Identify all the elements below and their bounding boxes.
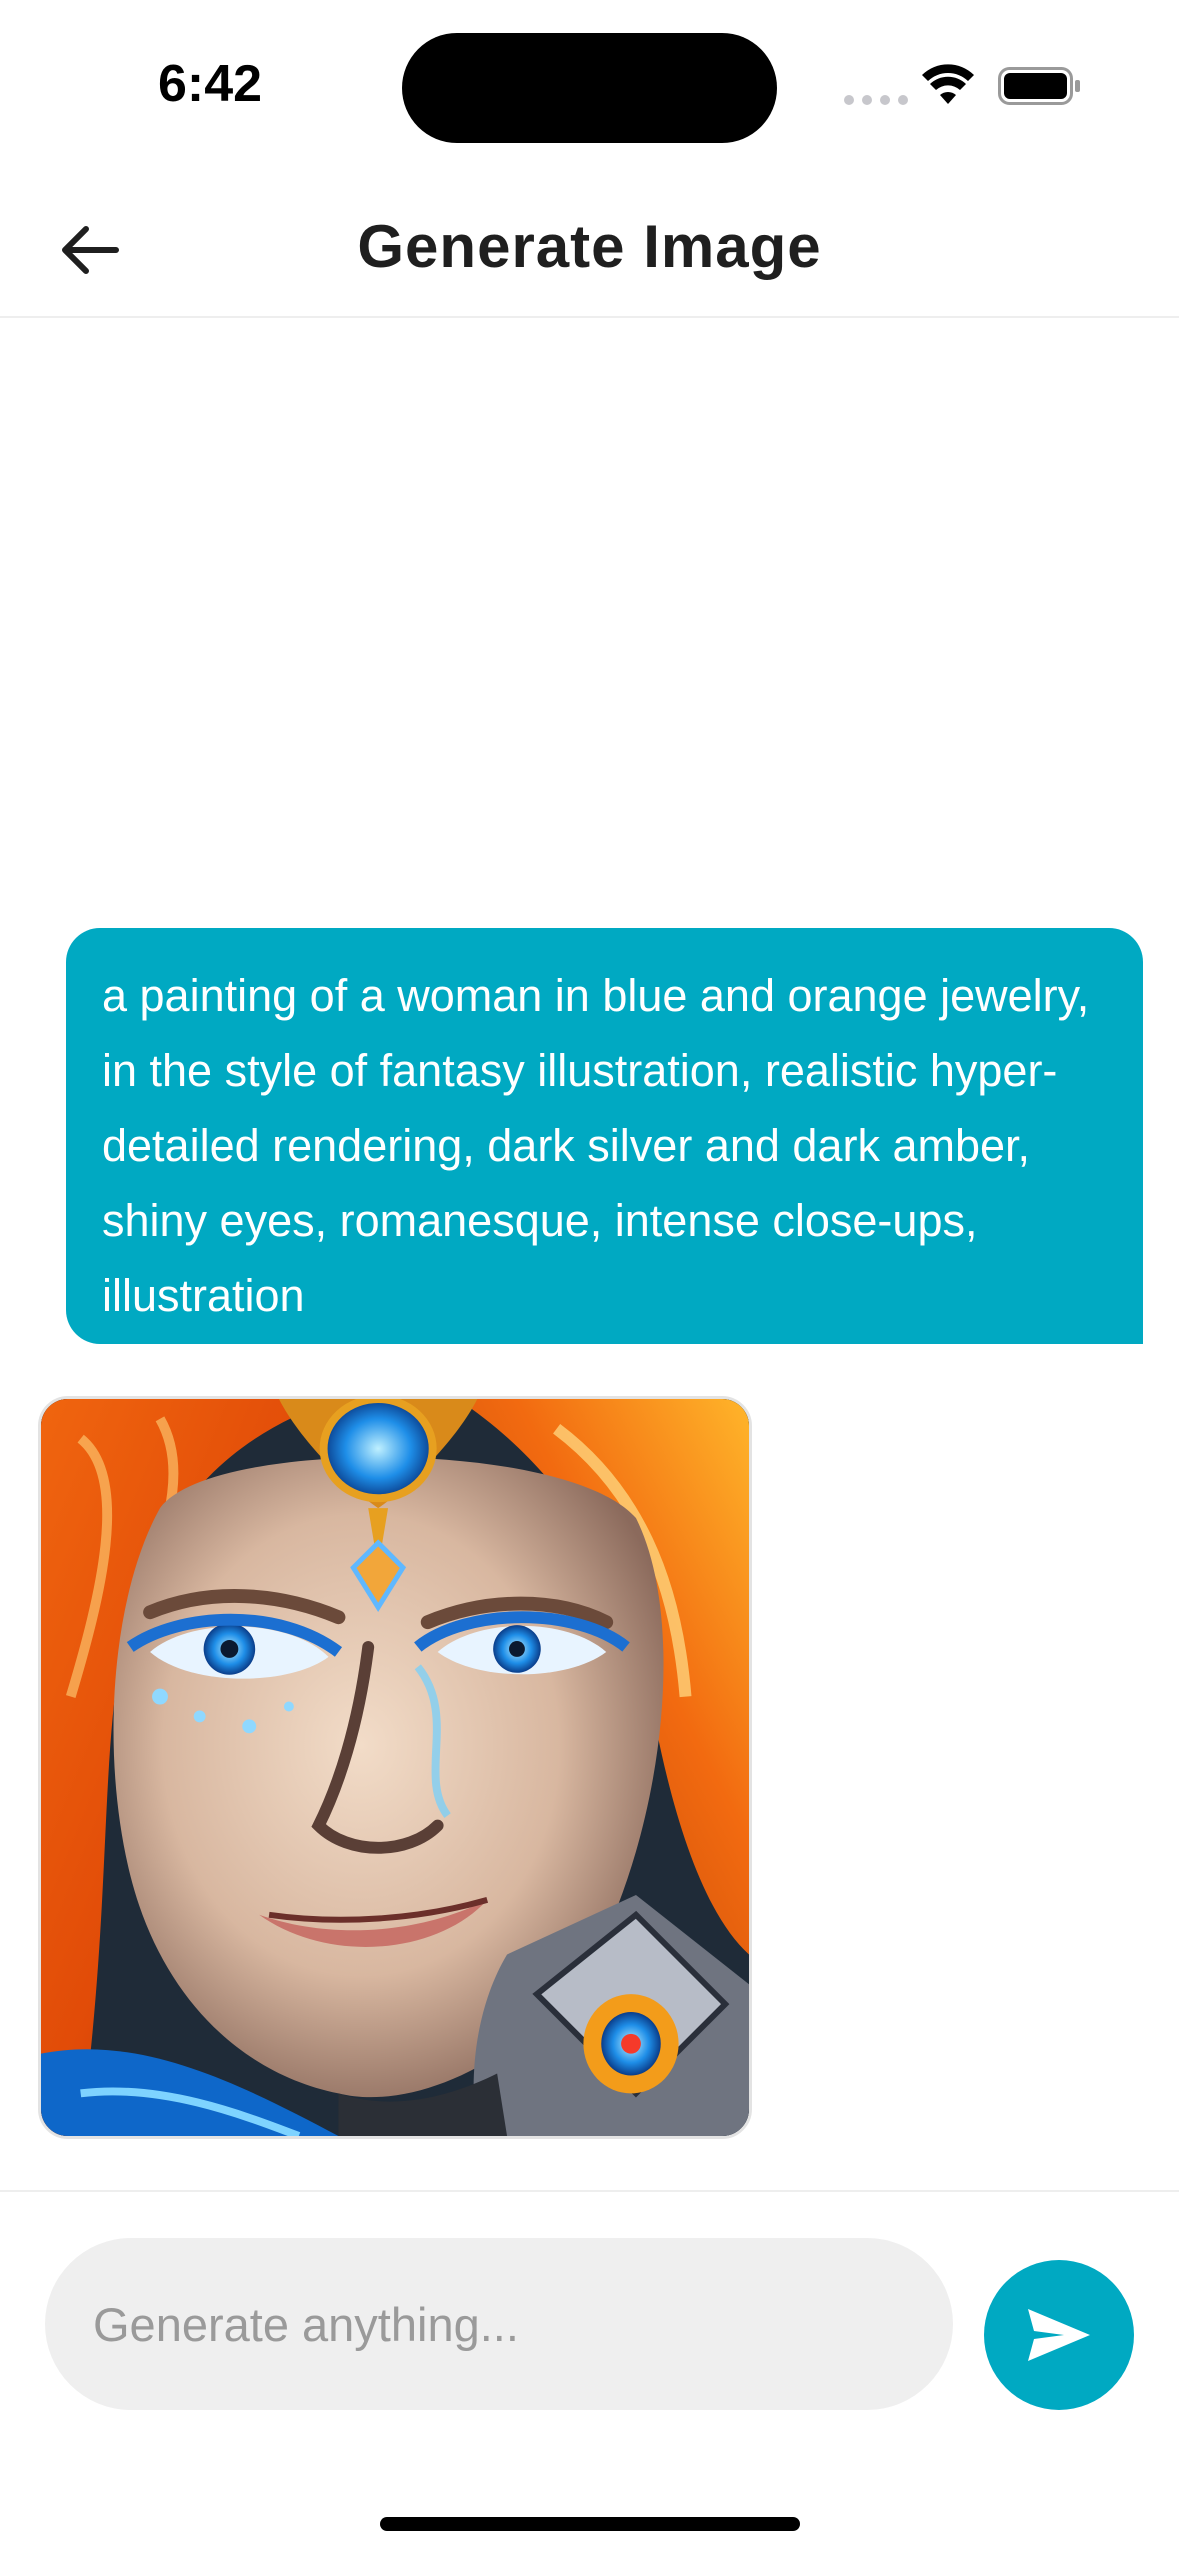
status-time: 6:42: [158, 55, 263, 113]
screen: 6:42 Generate Image a painting of a woma…: [0, 0, 1179, 2556]
dynamic-island: [402, 33, 777, 143]
composer-divider: [0, 2190, 1179, 2192]
page-title: Generate Image: [357, 213, 822, 280]
send-icon: [1028, 2309, 1090, 2361]
wifi-icon: [922, 64, 974, 104]
generated-image[interactable]: [38, 1396, 752, 2139]
home-indicator: [380, 2517, 800, 2531]
app-header: Generate Image: [0, 180, 1179, 318]
battery-icon: [998, 67, 1080, 105]
user-message-text: a painting of a woman in blue and orange…: [102, 970, 1090, 1321]
user-message-bubble: a painting of a woman in blue and orange…: [66, 928, 1143, 1344]
prompt-input[interactable]: [45, 2238, 953, 2410]
send-button[interactable]: [984, 2260, 1134, 2410]
cellular-signal-icon: [844, 95, 908, 105]
generated-portrait-image: [41, 1399, 749, 2136]
